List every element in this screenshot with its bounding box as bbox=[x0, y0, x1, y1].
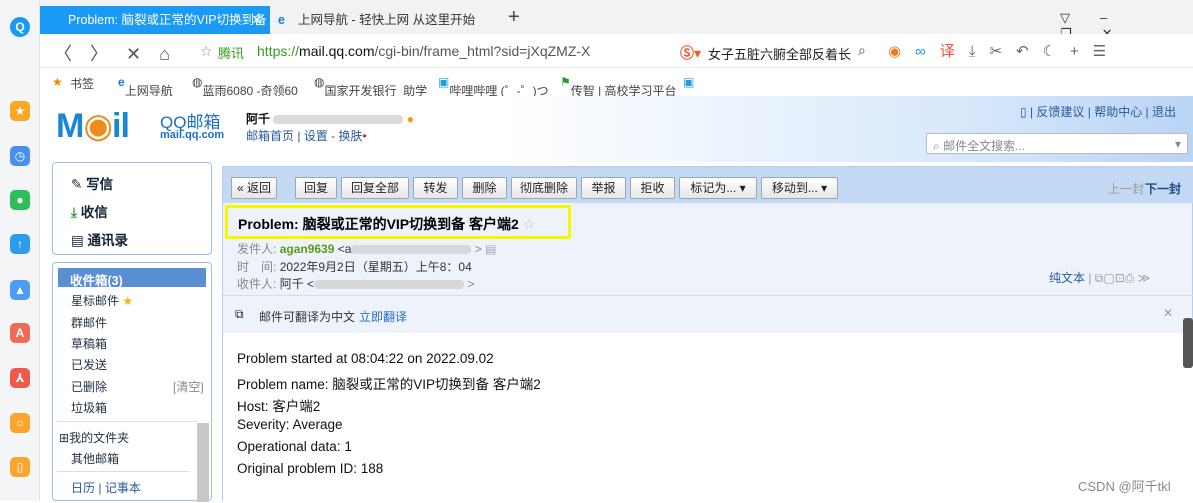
quick-nav: ✎ 写信 ⤓ 收信 ▤ 通讯录 bbox=[52, 162, 212, 255]
other-mail[interactable]: 其他邮箱 bbox=[71, 450, 119, 467]
compose-button[interactable]: ✎ 写信 bbox=[71, 173, 113, 193]
star-icon: ★ bbox=[52, 75, 63, 89]
bookmark[interactable]: ◍ 国家开发银行_助学 bbox=[314, 75, 427, 98]
url-field[interactable]: https://mail.qq.com/cgi-bin/frame_html?s… bbox=[257, 43, 590, 59]
sogou-icon[interactable]: Ⓢ▾ bbox=[680, 43, 701, 63]
reply-all-button[interactable]: 回复全部 bbox=[341, 177, 409, 199]
mail-toolbar: « 返回 回复 回复全部 转发 删除 彻底删除 举报 拒收 标记为... ▾ 移… bbox=[223, 167, 1193, 203]
top-links: ▯ | 反馈建议 | 帮助中心 | 退出 bbox=[1020, 105, 1177, 119]
browser-logo-icon[interactable]: Q bbox=[10, 17, 30, 37]
contacts-button[interactable]: ▤ 通讯录 bbox=[71, 229, 128, 249]
tab-bar: Problem: 脑裂或正常的VIP切换到备 ✕ e 上网导航 - 轻快上网 从这里… bbox=[40, 0, 1193, 41]
delete-button[interactable]: 删除 bbox=[462, 177, 507, 199]
wechat-icon[interactable]: ● bbox=[10, 190, 30, 210]
book-icon[interactable]: ▯ bbox=[10, 457, 30, 477]
user-name: 阿千 ● bbox=[246, 112, 414, 126]
folder-list: 收件箱(3) 星标邮件 ★ 群邮件 草稿箱 已发送 已删除 [清空] 垃圾箱 ⊞… bbox=[52, 262, 212, 502]
permanent-delete-button[interactable]: 彻底删除 bbox=[511, 177, 577, 199]
nav-buttons[interactable]: 〈〉✕⌂ bbox=[54, 40, 188, 66]
mail-subject: Problem: 脑裂或正常的VIP切换到备 客户端2 ☆ bbox=[225, 205, 571, 239]
bookmark[interactable]: ▣ 哔哩哔哩 (゜-゜)つ bbox=[438, 75, 549, 98]
bookmark[interactable]: 书签 bbox=[70, 75, 94, 92]
side-widget[interactable] bbox=[1183, 318, 1193, 368]
toolbar-icons[interactable]: ◉∞译⤓✂↶☾+☰ bbox=[888, 40, 1120, 61]
mail-reader: « 返回 回复 回复全部 转发 删除 彻底删除 举报 拒收 标记为... ▾ 移… bbox=[222, 166, 1193, 503]
folder-starred[interactable]: 星标邮件 ★ bbox=[71, 292, 133, 309]
clear-button[interactable]: [清空] bbox=[173, 378, 204, 395]
clock-icon[interactable]: ◷ bbox=[10, 146, 30, 166]
bookmark[interactable]: ◍ 蓝雨6080 -奇领60 bbox=[192, 75, 298, 98]
mail-search-input[interactable]: ⌕ 邮件全文搜索... ▾ bbox=[926, 133, 1188, 154]
folder-spam[interactable]: 垃圾箱 bbox=[71, 399, 107, 416]
tab-navigation[interactable]: e 上网导航 - 轻快上网 从这里开始 bbox=[270, 6, 540, 34]
bilibili-icon[interactable]: ▣ bbox=[683, 75, 694, 89]
folder-group[interactable]: 群邮件 bbox=[71, 314, 107, 331]
next-mail-link[interactable]: 下一封 bbox=[1145, 180, 1181, 197]
to-row: 收件人: 阿千 < > bbox=[237, 277, 475, 291]
address-bar: 〈〉✕⌂ ☆ 腾讯 https://mail.qq.com/cgi-bin/fr… bbox=[40, 34, 1193, 68]
search-box[interactable]: 女子五脏六腑全部反着长 bbox=[708, 44, 851, 63]
mail-logo: M◉il bbox=[56, 107, 130, 145]
folder-deleted[interactable]: 已删除 bbox=[71, 378, 107, 395]
folder-sent[interactable]: 已发送 bbox=[71, 356, 107, 373]
back-button[interactable]: « 返回 bbox=[231, 177, 277, 199]
search-icon[interactable]: ○ bbox=[10, 413, 30, 433]
bookmark[interactable]: ⚑ 传智 | 高校学习平台 bbox=[560, 75, 677, 98]
folder-inbox[interactable]: 收件箱(3) bbox=[58, 268, 206, 288]
translate-icon[interactable]: A bbox=[10, 323, 30, 343]
favorites-icon[interactable]: ★ bbox=[10, 101, 30, 121]
folder-drafts[interactable]: 草稿箱 bbox=[71, 335, 107, 352]
header-links: 邮箱首页 | 设置 - 换肤• bbox=[246, 129, 367, 143]
star-icon[interactable]: ☆ bbox=[200, 43, 213, 60]
move-to-dropdown[interactable]: 移动到... ▾ bbox=[761, 177, 838, 199]
mail-body: Problem started at 08:04:22 on 2022.09.0… bbox=[223, 333, 1193, 503]
mark-as-dropdown[interactable]: 标记为... ▾ bbox=[679, 177, 757, 199]
translate-bar: ⧉ 邮件可翻译为中文 立即翻译 ✕ bbox=[223, 295, 1193, 333]
watermark: CSDN @阿千tkl bbox=[1078, 479, 1171, 494]
mountain-icon[interactable]: ▲ bbox=[10, 280, 30, 300]
translate-now-link[interactable]: 立即翻译 bbox=[359, 308, 407, 325]
search-icon[interactable]: ⌕ bbox=[858, 42, 866, 59]
close-tab-icon[interactable]: ✕ bbox=[252, 6, 262, 34]
from-row: 发件人: agan9639 <a > ▤ bbox=[237, 242, 497, 256]
reject-button[interactable]: 拒收 bbox=[630, 177, 675, 199]
tab-mail[interactable]: Problem: 脑裂或正常的VIP切换到备 ✕ bbox=[40, 6, 270, 34]
folder-scrollbar[interactable] bbox=[197, 423, 209, 502]
my-folders[interactable]: ⊞我的文件夹 bbox=[59, 429, 129, 446]
close-icon[interactable]: ✕ bbox=[1163, 306, 1173, 320]
bookmarks-bar: ★ 书签 e 上网导航 ◍ 蓝雨6080 -奇领60 ◍ 国家开发银行_助学 ▣… bbox=[40, 68, 1193, 98]
cloud-icon[interactable]: ↑ bbox=[10, 234, 30, 254]
mail-header: M◉il QQ邮箱 mail.qq.com 阿千 ● 邮箱首页 | 设置 - 换… bbox=[40, 96, 1193, 162]
translate-icon: ⧉ bbox=[235, 307, 244, 321]
left-panel: ✎ 写信 ⤓ 收信 ▤ 通讯录 收件箱(3) 星标邮件 ★ 群邮件 草稿箱 已发… bbox=[52, 162, 212, 502]
bookmark[interactable]: e 上网导航 bbox=[118, 75, 173, 98]
receive-button[interactable]: ⤓ 收信 bbox=[71, 201, 108, 221]
time-row: 时 间: 2022年9月2日（星期五）上午8：04 bbox=[237, 260, 472, 274]
ie-icon: e bbox=[278, 13, 285, 27]
browser-sidebar: Q ★ ◷ ● ↑ ▲ A ⅄ ○ ▯ bbox=[0, 0, 40, 501]
plain-text-link: 纯文本 | ⧉▢⊡⎙ ≫ bbox=[1049, 271, 1151, 285]
new-tab-button[interactable]: + bbox=[508, 6, 520, 29]
forward-button[interactable]: 转发 bbox=[413, 177, 458, 199]
report-button[interactable]: 举报 bbox=[581, 177, 626, 199]
reply-button[interactable]: 回复 bbox=[295, 177, 337, 199]
prev-mail-link[interactable]: 上一封 bbox=[1108, 180, 1144, 197]
pdf-icon[interactable]: ⅄ bbox=[10, 368, 30, 388]
star-icon[interactable]: ☆ bbox=[519, 216, 536, 232]
calendar-notes: 日历 | 记事本 bbox=[71, 481, 141, 495]
